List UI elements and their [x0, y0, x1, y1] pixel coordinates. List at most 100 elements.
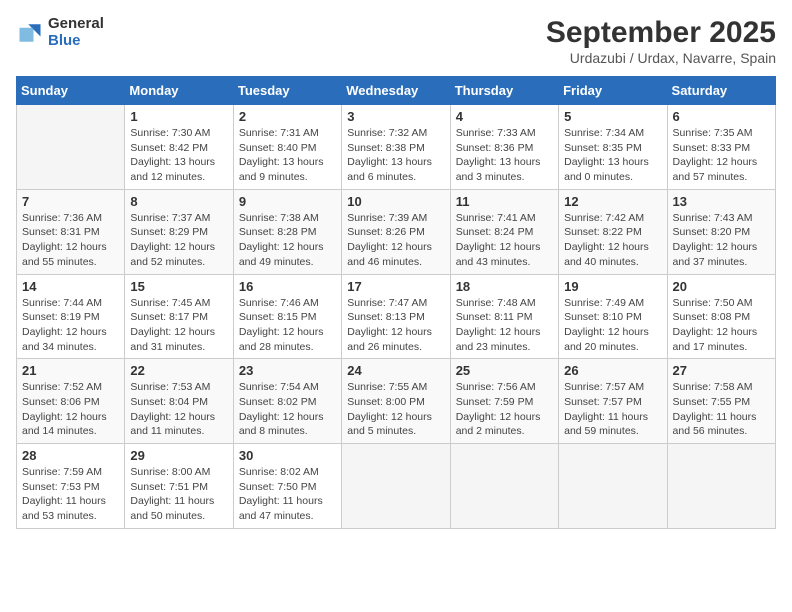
day-cell: 30 Sunrise: 8:02 AM Sunset: 7:50 PM Dayli…: [233, 444, 341, 529]
day-number: 28: [22, 448, 119, 463]
day-cell: 27 Sunrise: 7:58 AM Sunset: 7:55 PM Dayli…: [667, 359, 775, 444]
day-info: Sunrise: 7:50 AM Sunset: 8:08 PM Dayligh…: [673, 296, 770, 355]
day-cell: 11 Sunrise: 7:41 AM Sunset: 8:24 PM Dayli…: [450, 189, 558, 274]
day-info: Sunrise: 7:55 AM Sunset: 8:00 PM Dayligh…: [347, 380, 444, 439]
day-info: Sunrise: 7:49 AM Sunset: 8:10 PM Dayligh…: [564, 296, 661, 355]
logo-text: General Blue: [48, 16, 104, 49]
day-number: 16: [239, 279, 336, 294]
day-info: Sunrise: 8:02 AM Sunset: 7:50 PM Dayligh…: [239, 465, 336, 524]
week-row-4: 21Sunrise: 7:52 AM Sunset: 8:06 PM Dayli…: [17, 359, 776, 444]
day-cell: [17, 105, 125, 190]
title-block: September 2025 Urdazubi / Urdax, Navarre…: [546, 16, 776, 66]
location: Urdazubi / Urdax, Navarre, Spain: [546, 50, 776, 66]
logo-general: General: [48, 16, 104, 33]
day-cell: 18 Sunrise: 7:48 AM Sunset: 8:11 PM Dayli…: [450, 274, 558, 359]
month-title: September 2025: [546, 16, 776, 50]
day-info: Sunrise: 7:47 AM Sunset: 8:13 PM Dayligh…: [347, 296, 444, 355]
day-number: 14: [22, 279, 119, 294]
day-cell: 23 Sunrise: 7:54 AM Sunset: 8:02 PM Dayli…: [233, 359, 341, 444]
day-cell: 20 Sunrise: 7:50 AM Sunset: 8:08 PM Dayli…: [667, 274, 775, 359]
day-cell: 9 Sunrise: 7:38 AM Sunset: 8:28 PM Daylig…: [233, 189, 341, 274]
day-cell: [450, 444, 558, 529]
logo-blue: Blue: [48, 33, 104, 50]
day-info: Sunrise: 7:42 AM Sunset: 8:22 PM Dayligh…: [564, 211, 661, 270]
day-number: 7: [22, 194, 119, 209]
day-cell: 10 Sunrise: 7:39 AM Sunset: 8:26 PM Dayli…: [342, 189, 450, 274]
day-info: Sunrise: 7:38 AM Sunset: 8:28 PM Dayligh…: [239, 211, 336, 270]
day-cell: 7 Sunrise: 7:36 AM Sunset: 8:31 PM Daylig…: [17, 189, 125, 274]
day-cell: 13Sunrise: 7:43 AM Sunset: 8:20 PM Dayli…: [667, 189, 775, 274]
day-number: 23: [239, 363, 336, 378]
day-info: Sunrise: 7:57 AM Sunset: 7:57 PM Dayligh…: [564, 380, 661, 439]
day-cell: 14 Sunrise: 7:44 AM Sunset: 8:19 PM Dayli…: [17, 274, 125, 359]
day-info: Sunrise: 7:54 AM Sunset: 8:02 PM Dayligh…: [239, 380, 336, 439]
day-number: 1: [130, 109, 227, 124]
day-number: 5: [564, 109, 661, 124]
day-number: 20: [673, 279, 770, 294]
logo: General Blue: [16, 16, 104, 49]
week-row-1: 1 Sunrise: 7:30 AM Sunset: 8:42 PM Daylig…: [17, 105, 776, 190]
day-cell: 28 Sunrise: 7:59 AM Sunset: 7:53 PM Dayli…: [17, 444, 125, 529]
day-number: 21: [22, 363, 119, 378]
column-header-wednesday: Wednesday: [342, 77, 450, 105]
day-number: 26: [564, 363, 661, 378]
day-cell: 16 Sunrise: 7:46 AM Sunset: 8:15 PM Dayli…: [233, 274, 341, 359]
day-cell: 26 Sunrise: 7:57 AM Sunset: 7:57 PM Dayli…: [559, 359, 667, 444]
day-info: Sunrise: 7:39 AM Sunset: 8:26 PM Dayligh…: [347, 211, 444, 270]
day-number: 25: [456, 363, 553, 378]
week-row-2: 7 Sunrise: 7:36 AM Sunset: 8:31 PM Daylig…: [17, 189, 776, 274]
day-number: 18: [456, 279, 553, 294]
day-number: 27: [673, 363, 770, 378]
day-number: 10: [347, 194, 444, 209]
page-header: General Blue September 2025 Urdazubi / U…: [16, 16, 776, 66]
day-number: 30: [239, 448, 336, 463]
day-info: Sunrise: 7:36 AM Sunset: 8:31 PM Dayligh…: [22, 211, 119, 270]
day-info: Sunrise: 7:58 AM Sunset: 7:55 PM Dayligh…: [673, 380, 770, 439]
column-header-saturday: Saturday: [667, 77, 775, 105]
day-cell: 24 Sunrise: 7:55 AM Sunset: 8:00 PM Dayli…: [342, 359, 450, 444]
day-number: 24: [347, 363, 444, 378]
day-cell: 2Sunrise: 7:31 AM Sunset: 8:40 PM Daylig…: [233, 105, 341, 190]
day-info: Sunrise: 7:30 AM Sunset: 8:42 PM Dayligh…: [130, 126, 227, 185]
day-info: Sunrise: 7:59 AM Sunset: 7:53 PM Dayligh…: [22, 465, 119, 524]
day-info: Sunrise: 7:41 AM Sunset: 8:24 PM Dayligh…: [456, 211, 553, 270]
week-row-3: 14 Sunrise: 7:44 AM Sunset: 8:19 PM Dayli…: [17, 274, 776, 359]
day-number: 12: [564, 194, 661, 209]
day-info: Sunrise: 7:33 AM Sunset: 8:36 PM Dayligh…: [456, 126, 553, 185]
day-number: 15: [130, 279, 227, 294]
day-number: 11: [456, 194, 553, 209]
logo-icon: [16, 19, 44, 47]
day-cell: 6 Sunrise: 7:35 AM Sunset: 8:33 PM Daylig…: [667, 105, 775, 190]
week-row-5: 28 Sunrise: 7:59 AM Sunset: 7:53 PM Dayli…: [17, 444, 776, 529]
day-info: Sunrise: 7:46 AM Sunset: 8:15 PM Dayligh…: [239, 296, 336, 355]
day-cell: 17 Sunrise: 7:47 AM Sunset: 8:13 PM Dayli…: [342, 274, 450, 359]
day-cell: 3Sunrise: 7:32 AM Sunset: 8:38 PM Daylig…: [342, 105, 450, 190]
column-header-monday: Monday: [125, 77, 233, 105]
day-number: 9: [239, 194, 336, 209]
day-number: 6: [673, 109, 770, 124]
day-info: Sunrise: 7:35 AM Sunset: 8:33 PM Dayligh…: [673, 126, 770, 185]
day-cell: 4Sunrise: 7:33 AM Sunset: 8:36 PM Daylig…: [450, 105, 558, 190]
day-info: Sunrise: 7:48 AM Sunset: 8:11 PM Dayligh…: [456, 296, 553, 355]
day-number: 19: [564, 279, 661, 294]
day-info: Sunrise: 7:44 AM Sunset: 8:19 PM Dayligh…: [22, 296, 119, 355]
day-cell: 25 Sunrise: 7:56 AM Sunset: 7:59 PM Dayli…: [450, 359, 558, 444]
header-row: SundayMondayTuesdayWednesdayThursdayFrid…: [17, 77, 776, 105]
day-cell: [667, 444, 775, 529]
day-info: Sunrise: 7:37 AM Sunset: 8:29 PM Dayligh…: [130, 211, 227, 270]
day-number: 8: [130, 194, 227, 209]
calendar-table: SundayMondayTuesdayWednesdayThursdayFrid…: [16, 76, 776, 529]
day-cell: [342, 444, 450, 529]
day-cell: 5Sunrise: 7:34 AM Sunset: 8:35 PM Daylig…: [559, 105, 667, 190]
day-info: Sunrise: 7:31 AM Sunset: 8:40 PM Dayligh…: [239, 126, 336, 185]
day-info: Sunrise: 7:53 AM Sunset: 8:04 PM Dayligh…: [130, 380, 227, 439]
day-number: 22: [130, 363, 227, 378]
column-header-sunday: Sunday: [17, 77, 125, 105]
day-info: Sunrise: 7:56 AM Sunset: 7:59 PM Dayligh…: [456, 380, 553, 439]
day-cell: 8 Sunrise: 7:37 AM Sunset: 8:29 PM Daylig…: [125, 189, 233, 274]
day-cell: 21Sunrise: 7:52 AM Sunset: 8:06 PM Dayli…: [17, 359, 125, 444]
day-cell: 12 Sunrise: 7:42 AM Sunset: 8:22 PM Dayli…: [559, 189, 667, 274]
day-number: 17: [347, 279, 444, 294]
day-cell: 29Sunrise: 8:00 AM Sunset: 7:51 PM Dayli…: [125, 444, 233, 529]
day-info: Sunrise: 8:00 AM Sunset: 7:51 PM Dayligh…: [130, 465, 227, 524]
